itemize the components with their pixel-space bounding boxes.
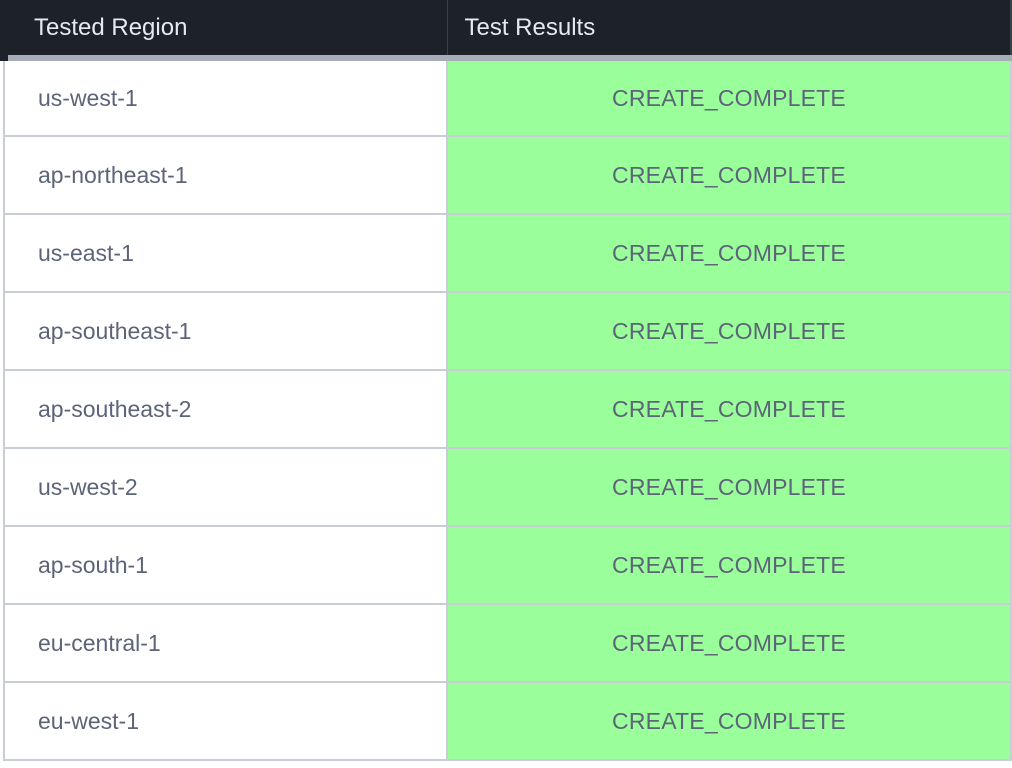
result-status-cell: CREATE_COMPLETE [447, 448, 1012, 527]
result-status-cell: CREATE_COMPLETE [447, 526, 1012, 605]
region-cell: us-east-1 [3, 214, 448, 293]
table-body: us-west-1 CREATE_COMPLETE ap-northeast-1… [3, 58, 1012, 761]
column-header-tested-region[interactable]: Tested Region [0, 0, 448, 61]
table-row: us-west-1 CREATE_COMPLETE [3, 58, 1012, 137]
table-header: Tested Region Test Results [0, 0, 1012, 61]
result-status-cell: CREATE_COMPLETE [447, 136, 1012, 215]
header-row: Tested Region Test Results [0, 0, 1012, 61]
table-row: ap-southeast-1 CREATE_COMPLETE [3, 292, 1012, 371]
table-row: ap-southeast-2 CREATE_COMPLETE [3, 370, 1012, 449]
region-cell: eu-central-1 [3, 604, 448, 683]
result-status-cell: CREATE_COMPLETE [447, 682, 1012, 761]
table-row: eu-west-1 CREATE_COMPLETE [3, 682, 1012, 761]
region-cell: ap-south-1 [3, 526, 448, 605]
table-row: ap-south-1 CREATE_COMPLETE [3, 526, 1012, 605]
column-header-test-results[interactable]: Test Results [447, 0, 1012, 61]
region-cell: ap-southeast-2 [3, 370, 448, 449]
table-row: ap-northeast-1 CREATE_COMPLETE [3, 136, 1012, 215]
table-row: us-east-1 CREATE_COMPLETE [3, 214, 1012, 293]
region-cell: ap-northeast-1 [3, 136, 448, 215]
region-cell: ap-southeast-1 [3, 292, 448, 371]
table-row: eu-central-1 CREATE_COMPLETE [3, 604, 1012, 683]
result-status-cell: CREATE_COMPLETE [447, 604, 1012, 683]
result-status-cell: CREATE_COMPLETE [447, 370, 1012, 449]
result-status-cell: CREATE_COMPLETE [447, 58, 1012, 137]
result-status-cell: CREATE_COMPLETE [447, 214, 1012, 293]
region-cell: eu-west-1 [3, 682, 448, 761]
table-row: us-west-2 CREATE_COMPLETE [3, 448, 1012, 527]
result-status-cell: CREATE_COMPLETE [447, 292, 1012, 371]
test-results-table: Tested Region Test Results us-west-1 CRE… [0, 0, 1012, 761]
region-cell: us-west-1 [3, 58, 448, 137]
region-cell: us-west-2 [3, 448, 448, 527]
